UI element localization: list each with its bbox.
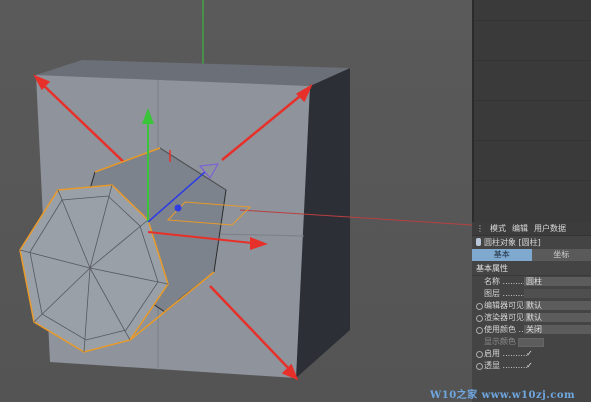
object-title-row: 圆柱对象 [圆柱] bbox=[472, 236, 591, 248]
use-color-select[interactable]: 关闭 bbox=[524, 325, 591, 334]
enabled-checkbox[interactable]: ✓ bbox=[526, 348, 533, 360]
attributes-menu-bar: ⋮ 模式 编辑 用户数据 bbox=[472, 222, 591, 236]
gizmo-center-point[interactable] bbox=[174, 204, 182, 212]
animate-radio-icon[interactable] bbox=[476, 363, 483, 370]
watermark-text: W10之家 www.w10zj.com bbox=[430, 390, 576, 401]
property-label: 编辑器可见 bbox=[484, 301, 524, 310]
menu-item-user-data[interactable]: 用户数据 bbox=[534, 223, 566, 234]
property-label: 名称 .......... bbox=[484, 277, 528, 286]
tab-basic[interactable]: 基本 bbox=[472, 249, 532, 261]
property-editor-visible: 编辑器可见 默认 bbox=[472, 300, 591, 312]
viewport-canvas[interactable] bbox=[0, 0, 472, 402]
render-visible-select[interactable]: 默认 bbox=[524, 313, 591, 322]
property-display-color: 显示颜色 ▾ bbox=[472, 336, 591, 348]
property-render-visible: 渲染器可见 默认 bbox=[472, 312, 591, 324]
property-xray: 透显 .......... ✓ bbox=[472, 360, 591, 372]
xray-checkbox[interactable]: ✓ bbox=[526, 360, 533, 372]
animate-radio-icon[interactable] bbox=[476, 351, 483, 358]
attribute-tabs: 基本 坐标 bbox=[472, 249, 591, 261]
cylinder-icon bbox=[476, 238, 481, 246]
property-use-color: 使用颜色 .... 关闭 bbox=[472, 324, 591, 336]
layer-field[interactable] bbox=[524, 289, 591, 298]
panel-divider bbox=[474, 20, 591, 21]
object-title: 圆柱对象 [圆柱] bbox=[484, 237, 541, 247]
panel-divider bbox=[474, 60, 591, 61]
animate-radio-icon[interactable] bbox=[476, 315, 483, 322]
menu-item-mode[interactable]: 模式 bbox=[490, 223, 506, 234]
panel-divider bbox=[474, 100, 591, 101]
property-name: 名称 .......... 圆柱 bbox=[472, 276, 591, 288]
panel-divider bbox=[474, 140, 591, 141]
panel-divider bbox=[474, 180, 591, 181]
property-label: 透显 .......... bbox=[484, 361, 528, 370]
property-label: 使用颜色 .... bbox=[484, 325, 529, 334]
property-label: 显示颜色 ▾ bbox=[484, 337, 523, 346]
section-title: 基本属性 bbox=[472, 263, 591, 276]
3d-viewport[interactable] bbox=[0, 0, 472, 402]
property-label: 启用 .......... bbox=[484, 349, 528, 358]
editor-visible-select[interactable]: 默认 bbox=[524, 301, 591, 310]
attributes-panel: ⋮ 模式 编辑 用户数据 圆柱对象 [圆柱] 基本 坐标 基本属性 名称 ...… bbox=[472, 222, 591, 402]
property-label: 渲染器可见 bbox=[484, 313, 524, 322]
animate-radio-icon[interactable] bbox=[476, 303, 483, 310]
property-enabled: 启用 .......... ✓ bbox=[472, 348, 591, 360]
property-label: 图层 .......... bbox=[484, 289, 528, 298]
menu-grip-icon: ⋮ bbox=[476, 224, 484, 233]
display-color-swatch[interactable] bbox=[518, 338, 544, 347]
menu-item-edit[interactable]: 编辑 bbox=[512, 223, 528, 234]
name-field[interactable]: 圆柱 bbox=[524, 277, 591, 286]
tab-coordinates[interactable]: 坐标 bbox=[531, 249, 591, 261]
property-layer: 图层 .......... bbox=[472, 288, 591, 300]
animate-radio-icon[interactable] bbox=[476, 327, 483, 334]
